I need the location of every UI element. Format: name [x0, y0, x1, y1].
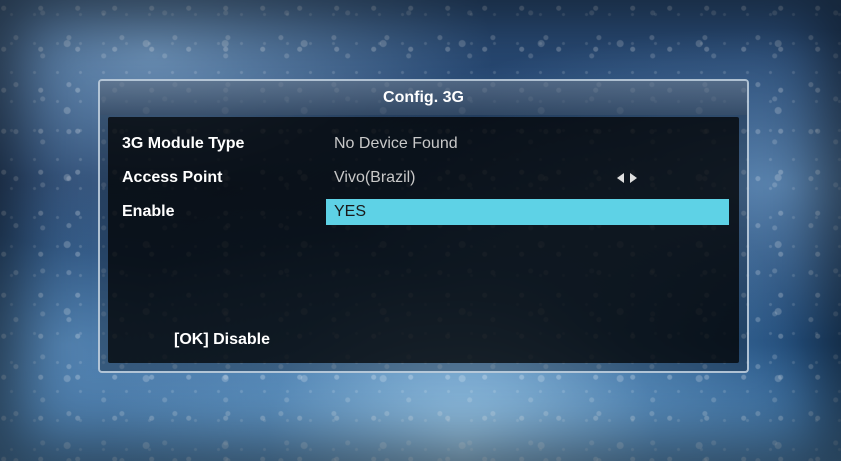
- config-3g-dialog: Config. 3G 3G Module Type No Device Foun…: [98, 79, 749, 373]
- setting-row-access-point[interactable]: Access Point Vivo(Brazil): [122, 165, 729, 191]
- setting-label-module-type: 3G Module Type: [122, 135, 245, 152]
- setting-value-access-point[interactable]: Vivo(Brazil): [334, 165, 729, 191]
- setting-value-module-type: No Device Found: [334, 135, 458, 152]
- arrow-left-icon[interactable]: [617, 173, 624, 183]
- setting-label-enable: Enable: [122, 203, 175, 220]
- setting-value-enable[interactable]: YES: [326, 199, 729, 225]
- left-right-arrows-icon[interactable]: [617, 173, 637, 183]
- dialog-body: 3G Module Type No Device Found Access Po…: [108, 117, 739, 363]
- arrow-right-icon[interactable]: [630, 173, 637, 183]
- setting-row-enable[interactable]: Enable YES: [122, 199, 729, 225]
- setting-row-module-type[interactable]: 3G Module Type No Device Found: [122, 131, 729, 157]
- dialog-title: Config. 3G: [100, 81, 747, 115]
- setting-label-access-point: Access Point: [122, 169, 223, 186]
- footer-hint: [OK] Disable: [174, 331, 271, 348]
